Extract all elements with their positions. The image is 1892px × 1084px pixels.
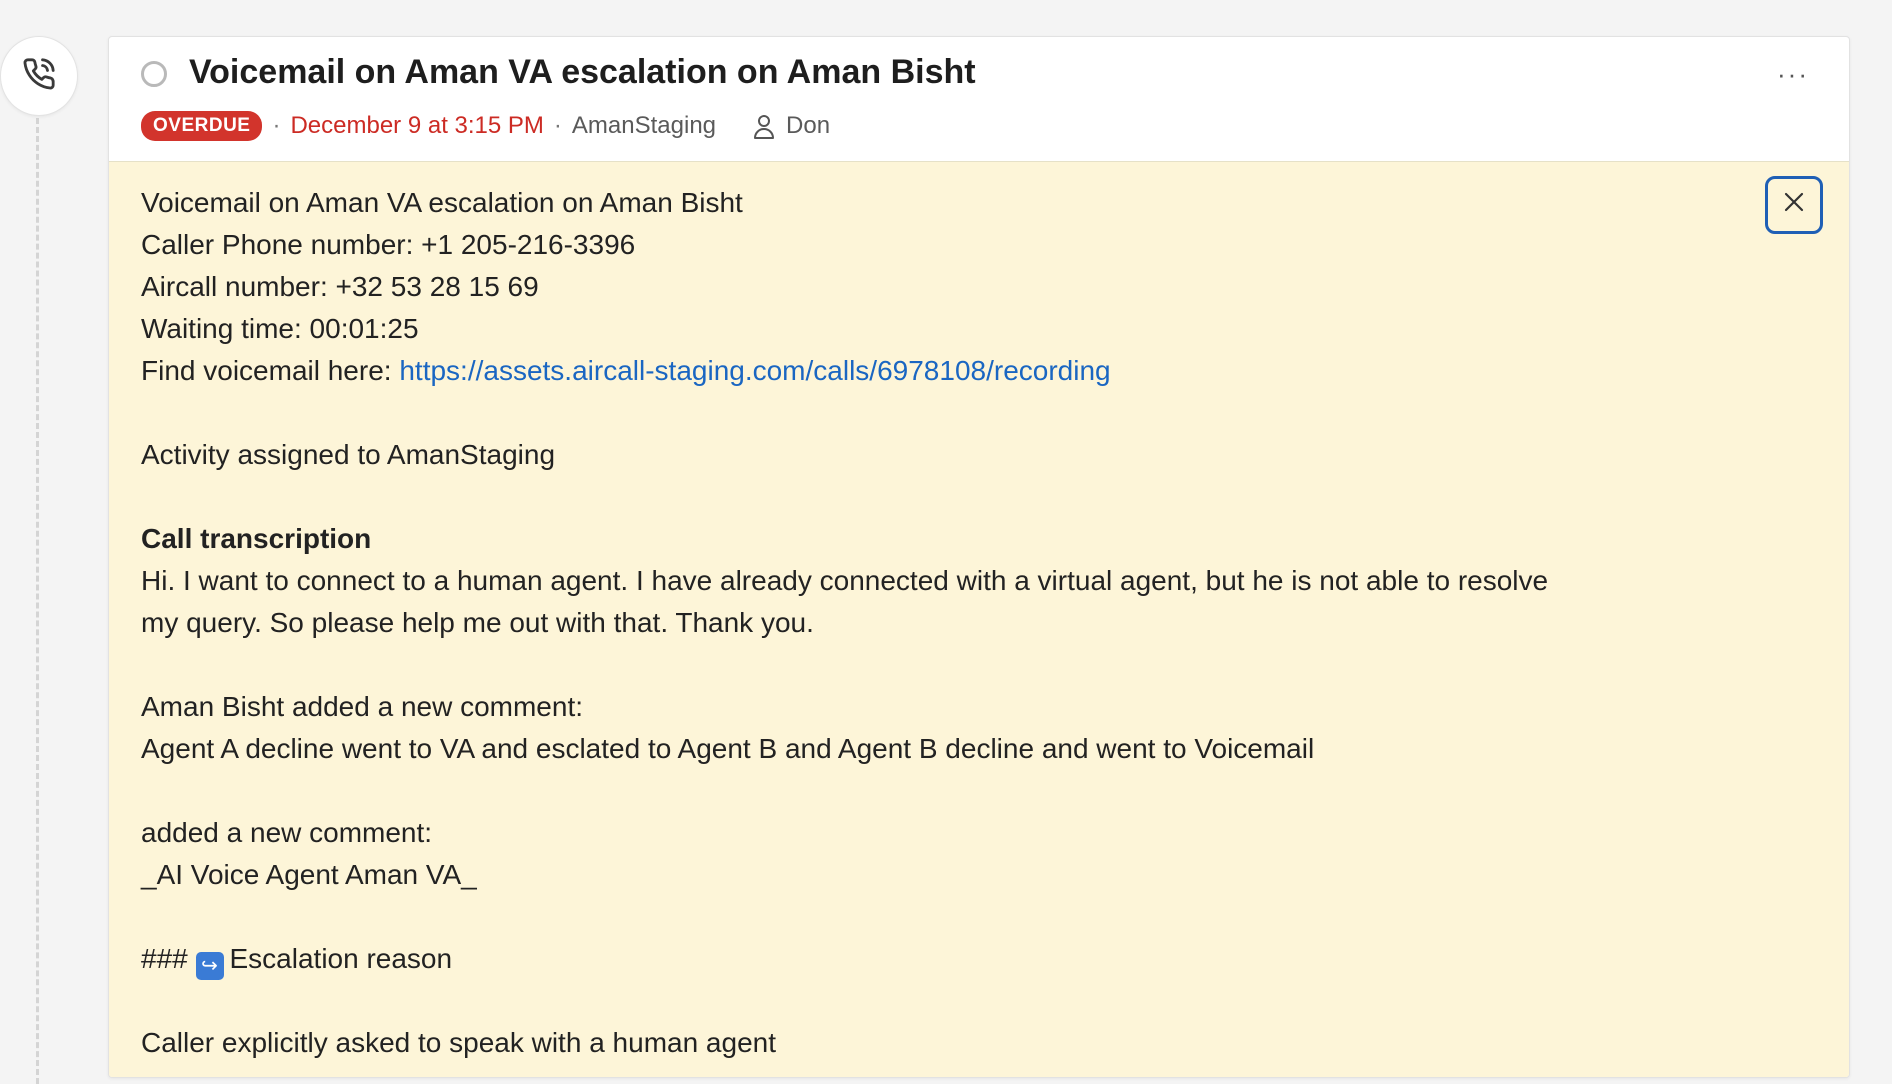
activity-type-badge bbox=[0, 36, 78, 116]
note-line: Aircall number: +32 53 28 15 69 bbox=[141, 271, 539, 302]
phone-call-icon bbox=[22, 57, 56, 96]
voicemail-label: Find voicemail here: bbox=[141, 355, 400, 386]
escalation-text: Caller explicitly asked to speak with a … bbox=[141, 1027, 777, 1058]
timeline-line bbox=[36, 118, 39, 1084]
separator-dot: · bbox=[553, 112, 562, 139]
more-options-button[interactable]: ··· bbox=[1777, 61, 1809, 87]
note-line: Find voicemail here: https://assets.airc… bbox=[141, 350, 1817, 392]
overdue-badge: OVERDUE bbox=[141, 111, 263, 141]
assignee-name[interactable]: Don bbox=[786, 112, 830, 140]
return-arrow-icon: ↪ bbox=[195, 952, 224, 980]
close-note-button[interactable] bbox=[1765, 176, 1823, 234]
close-icon bbox=[1782, 184, 1806, 226]
transcription-text: Hi. I want to connect to a human agent. … bbox=[141, 565, 1556, 638]
note-line: Waiting time: 00:01:25 bbox=[141, 313, 419, 344]
markdown-hash: ### bbox=[141, 943, 188, 974]
voicemail-link[interactable]: https://assets.aircall-staging.com/calls… bbox=[399, 355, 1110, 386]
activity-note: Voicemail on Aman VA escalation on Aman … bbox=[109, 162, 1849, 1077]
circle-check-icon[interactable] bbox=[141, 61, 167, 87]
due-date[interactable]: December 9 at 3:15 PM bbox=[290, 112, 543, 140]
transcription-heading: Call transcription bbox=[141, 523, 372, 554]
activity-owner[interactable]: AmanStaging bbox=[572, 112, 716, 140]
user-icon bbox=[752, 113, 776, 139]
activity-header: Voicemail on Aman VA escalation on Aman … bbox=[109, 37, 1849, 162]
comment-header: Aman Bisht added a new comment: bbox=[141, 691, 584, 722]
escalation-label: Escalation reason bbox=[229, 943, 453, 974]
separator-dot: · bbox=[272, 112, 281, 139]
note-line: Voicemail on Aman VA escalation on Aman … bbox=[141, 187, 743, 218]
escalation-heading: ### ↪ Escalation reason bbox=[141, 938, 1817, 980]
note-line: Activity assigned to AmanStaging bbox=[141, 439, 556, 470]
activity-title[interactable]: Voicemail on Aman VA escalation on Aman … bbox=[189, 53, 976, 92]
note-line: Caller Phone number: +1 205-216-3396 bbox=[141, 229, 636, 260]
comment-text: Agent A decline went to VA and esclated … bbox=[141, 733, 1315, 764]
activity-card: Voicemail on Aman VA escalation on Aman … bbox=[108, 36, 1850, 1078]
activity-meta: OVERDUE · December 9 at 3:15 PM · AmanSt… bbox=[141, 111, 830, 141]
comment-header: added a new comment: bbox=[141, 817, 433, 848]
comment-text: _AI Voice Agent Aman VA_ bbox=[141, 859, 477, 890]
